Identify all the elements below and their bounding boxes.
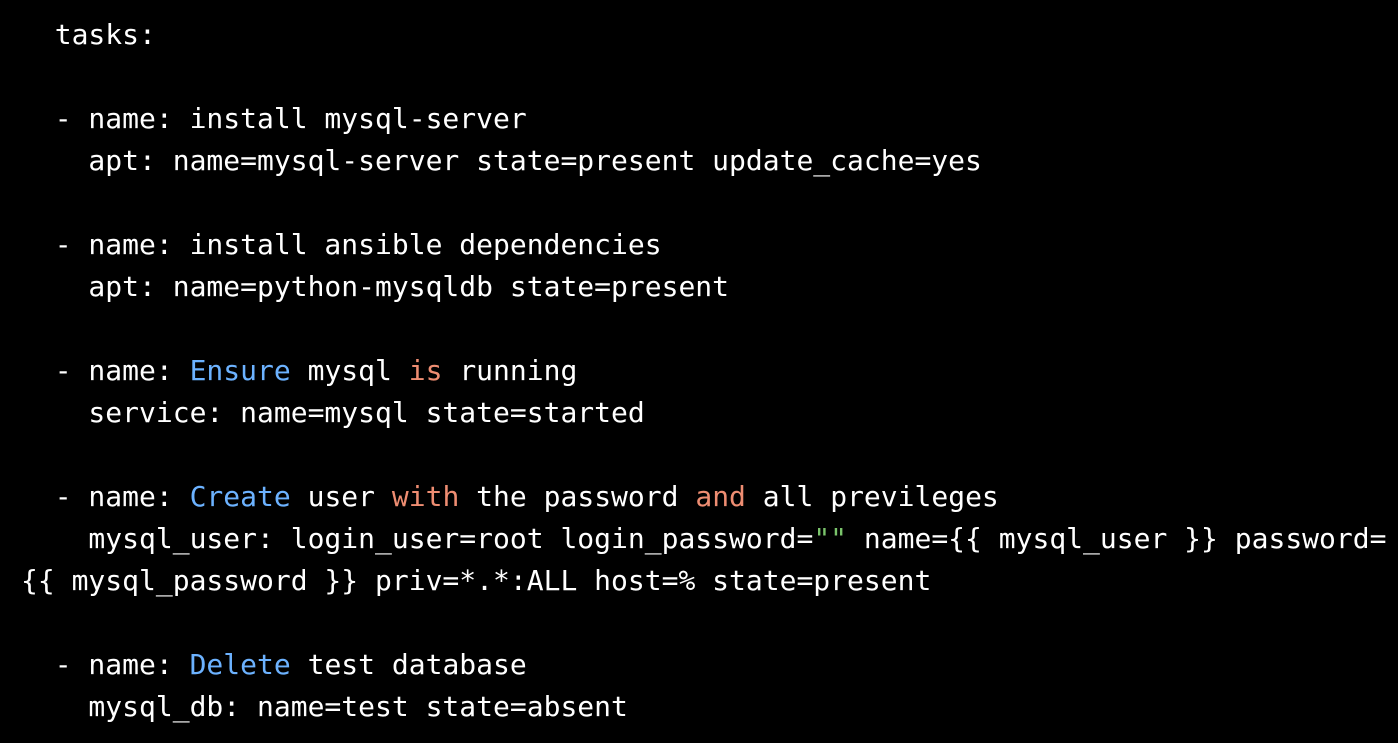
code-text: tasks: <box>21 18 156 51</box>
code-line: service: name=mysql state=started <box>21 392 1398 434</box>
code-line: tasks: <box>21 14 1398 56</box>
code-text: name={{ mysql_user }} password= <box>847 522 1387 555</box>
code-line: - name: Create user with the password an… <box>21 476 1398 518</box>
code-text: apt: name=mysql-server state=present upd… <box>21 144 982 177</box>
code-token-green: "" <box>813 522 848 555</box>
code-line: {{ mysql_password }} priv=*.*:ALL host=%… <box>21 560 1398 602</box>
code-line: apt: name=mysql-server state=present upd… <box>21 140 1398 182</box>
code-text: apt: name=python-mysqldb state=present <box>21 270 730 303</box>
code-text: mysql_db: name=test state=absent <box>21 690 628 723</box>
code-token-blue: Create <box>189 480 291 513</box>
code-token-orange: is <box>408 354 443 387</box>
code-line: - name: Delete test database <box>21 644 1398 686</box>
code-text: all previleges <box>745 480 999 513</box>
code-text: - name: <box>21 480 190 513</box>
code-token-blue: Ensure <box>189 354 291 387</box>
code-line: - name: install mysql-server <box>21 98 1398 140</box>
code-line: - name: Ensure mysql is running <box>21 350 1398 392</box>
code-token-orange: and <box>695 480 746 513</box>
code-text: - name: install ansible dependencies <box>21 228 662 261</box>
code-text: - name: <box>21 354 190 387</box>
code-block: tasks: - name: install mysql-server apt:… <box>0 0 1398 743</box>
code-token-blue: Delete <box>189 648 291 681</box>
code-text: - name: install mysql-server <box>21 102 527 135</box>
code-text: - name: <box>21 648 190 681</box>
code-text: the password <box>459 480 696 513</box>
code-text: user <box>290 480 392 513</box>
code-line: mysql_db: name=test state=absent <box>21 686 1398 728</box>
code-text: service: name=mysql state=started <box>21 396 645 429</box>
code-text: mysql_user: login_user=root login_passwo… <box>21 522 814 555</box>
code-line: apt: name=python-mysqldb state=present <box>21 266 1398 308</box>
code-text: mysql <box>290 354 409 387</box>
code-lines: tasks: - name: install mysql-server apt:… <box>21 14 1398 728</box>
code-text: test database <box>290 648 527 681</box>
code-text: {{ mysql_password }} priv=*.*:ALL host=%… <box>21 564 932 597</box>
code-line: mysql_user: login_user=root login_passwo… <box>21 518 1398 560</box>
code-text: running <box>442 354 578 387</box>
code-token-orange: with <box>391 480 460 513</box>
code-line: - name: install ansible dependencies <box>21 224 1398 266</box>
